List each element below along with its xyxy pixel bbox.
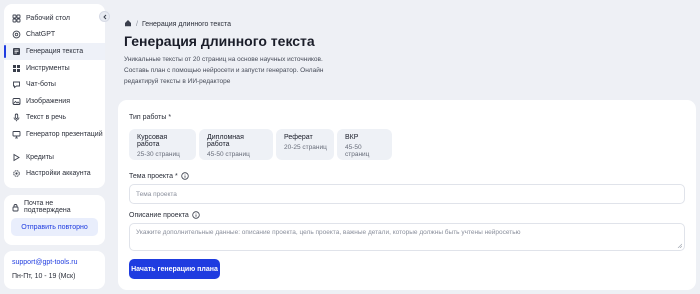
work-type-essay[interactable]: Реферат 20-25 страниц <box>276 129 334 160</box>
work-type-pages: 25-30 страниц <box>137 151 180 158</box>
info-icon[interactable] <box>192 211 200 219</box>
gear-icon <box>12 169 21 178</box>
email-status-card: Почта не подтверждена Отправить повторно <box>4 195 105 245</box>
breadcrumb: / Генерация длинного текста <box>124 19 231 29</box>
description-label: Описание проекта <box>129 210 685 220</box>
breadcrumb-current: Генерация длинного текста <box>141 20 231 28</box>
topic-input[interactable]: Тема проекта <box>129 184 685 204</box>
sidebar-item-label: Рабочий стол <box>26 14 70 22</box>
resize-handle-icon[interactable] <box>677 243 682 248</box>
work-type-label: Тип работы * <box>129 113 172 121</box>
support-card: support@gpt-tools.ru Пн-Пт, 10 - 19 (Мск… <box>4 251 105 289</box>
work-type-options: Курсовая работа 25-30 страниц Дипломная … <box>129 129 685 160</box>
microphone-icon <box>12 113 21 122</box>
work-type-pages: 20-25 страниц <box>284 144 327 151</box>
breadcrumb-separator: / <box>136 20 138 28</box>
sidebar-item-presentations[interactable]: Генератор презентаций <box>4 126 105 143</box>
email-status-text: Почта не подтверждена <box>24 200 71 214</box>
start-plan-generation-button[interactable]: Начать генерацию плана <box>129 259 220 279</box>
sidebar-item-label: Генерация текста <box>26 47 84 55</box>
support-email-link[interactable]: support@gpt-tools.ru <box>12 259 97 269</box>
support-hours: Пн-Пт, 10 - 19 (Мск) <box>12 273 76 280</box>
sidebar-item-images[interactable]: Изображения <box>4 93 105 110</box>
tools-grid-icon <box>12 64 21 73</box>
sidebar-item-label: Генератор презентаций <box>26 130 103 138</box>
sidebar-nav: Рабочий стол ChatGPT Генерация текста Ин… <box>4 4 110 188</box>
description-textarea[interactable]: Укажите дополнительные данные: описание … <box>129 223 685 251</box>
sidebar-item-label: Чат-боты <box>26 81 56 89</box>
sidebar: Рабочий стол ChatGPT Генерация текста Ин… <box>4 4 110 289</box>
work-type-pages: 45-50 страниц <box>207 151 250 158</box>
sidebar-item-dashboard[interactable]: Рабочий стол <box>4 10 105 27</box>
work-type-title: Курсовая работа <box>137 134 168 148</box>
credits-icon <box>12 153 21 162</box>
chatgpt-icon <box>12 30 21 39</box>
sidebar-item-credits[interactable]: Кредиты <box>4 149 105 166</box>
info-icon[interactable] <box>181 172 189 180</box>
description-placeholder: Укажите дополнительные данные: описание … <box>136 229 521 236</box>
work-type-title: Реферат <box>284 134 313 141</box>
home-icon <box>12 14 21 23</box>
email-status: Почта не подтверждена <box>11 200 98 214</box>
home-icon[interactable] <box>124 19 132 29</box>
sidebar-item-chat-bots[interactable]: Чат-боты <box>4 76 105 93</box>
sidebar-item-label: ChatGPT <box>26 31 56 39</box>
sidebar-item-text-to-speech[interactable]: Текст в речь <box>4 110 105 127</box>
sidebar-item-label: Изображения <box>26 97 70 105</box>
work-type-thesis[interactable]: ВКР 45-50 страниц <box>337 129 392 160</box>
sidebar-item-label: Инструменты <box>26 64 70 72</box>
topic-label-text: Тема проекта * <box>129 172 178 180</box>
page-description: Уникальные тексты от 20 страниц на основ… <box>124 56 324 85</box>
text-generation-icon <box>12 47 21 56</box>
chat-bot-icon <box>12 80 21 89</box>
work-type-diploma[interactable]: Дипломная работа 45-50 страниц <box>199 129 273 160</box>
page-title: Генерация длинного текста <box>124 33 315 49</box>
sidebar-item-chatgpt[interactable]: ChatGPT <box>4 27 105 44</box>
work-type-pages: 45-50 страниц <box>345 144 370 158</box>
topic-label: Тема проекта * <box>129 171 685 181</box>
description-label-text: Описание проекта <box>129 211 189 219</box>
sidebar-item-label: Кредиты <box>26 153 54 161</box>
lock-icon <box>11 203 20 212</box>
sidebar-item-tools[interactable]: Инструменты <box>4 60 105 77</box>
sidebar-item-account-settings[interactable]: Настройки аккаунта <box>4 165 105 182</box>
image-icon <box>12 97 21 106</box>
sidebar-item-text-generation[interactable]: Генерация текста <box>4 43 105 60</box>
resend-button[interactable]: Отправить повторно <box>11 218 98 236</box>
presentation-icon <box>12 130 21 139</box>
work-type-coursework[interactable]: Курсовая работа 25-30 страниц <box>129 129 196 160</box>
sidebar-item-label: Настройки аккаунта <box>26 170 91 178</box>
work-type-title: Дипломная работа <box>207 134 244 148</box>
work-type-title: ВКР <box>345 134 359 141</box>
sidebar-item-label: Текст в речь <box>26 114 67 122</box>
generation-form: Тип работы * Курсовая работа 25-30 стран… <box>118 100 696 290</box>
